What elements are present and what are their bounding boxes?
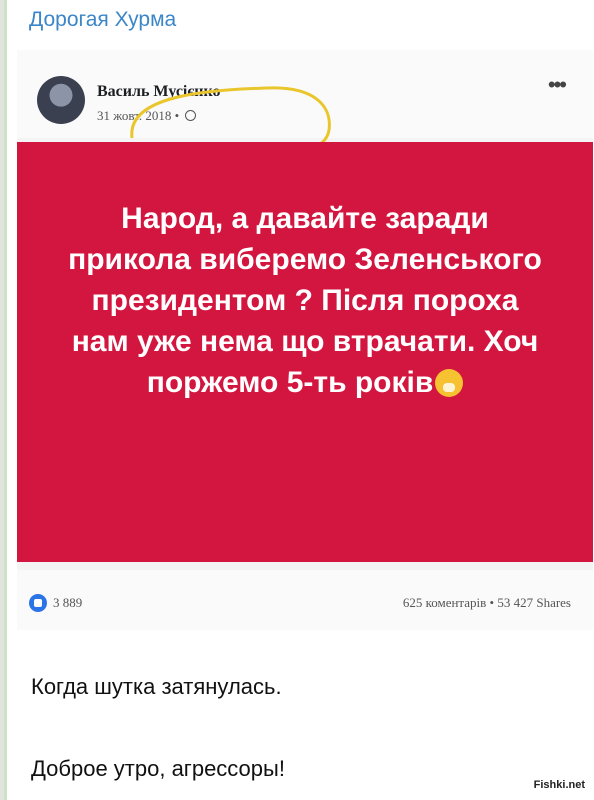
post-footer: 3 889 625 коментарів • 53 427 Shares [17, 570, 593, 630]
channel-name[interactable]: Дорогая Хурма [29, 8, 176, 32]
post-stats: 625 коментарів • 53 427 Shares [402, 595, 571, 610]
caption-line-2: Доброе утро, агрессоры! [31, 756, 285, 781]
avatar [37, 76, 85, 124]
post-header: Василь Мусієнко 31 жовт. 2018 • ••• [17, 50, 593, 197]
message-bubble: Дорогая Хурма Василь Мусієнко 31 жовт. 2… [4, 0, 594, 800]
more-icon: ••• [547, 72, 567, 97]
post-card: Народ, а давайте заради прикола виберемо… [17, 142, 593, 562]
caption-line-1: Когда шутка затянулась. [31, 674, 282, 699]
post-text: Народ, а давайте заради прикола виберемо… [67, 198, 543, 403]
emoji-icon [435, 369, 464, 397]
post-text-content: Народ, а давайте заради прикола виберемо… [68, 202, 542, 399]
post-image[interactable]: Василь Мусієнко 31 жовт. 2018 • ••• Наро… [17, 50, 593, 630]
watermark: Fishki.net [530, 778, 588, 792]
likes-count: 3 889 [53, 595, 83, 610]
like-icon [29, 594, 47, 612]
